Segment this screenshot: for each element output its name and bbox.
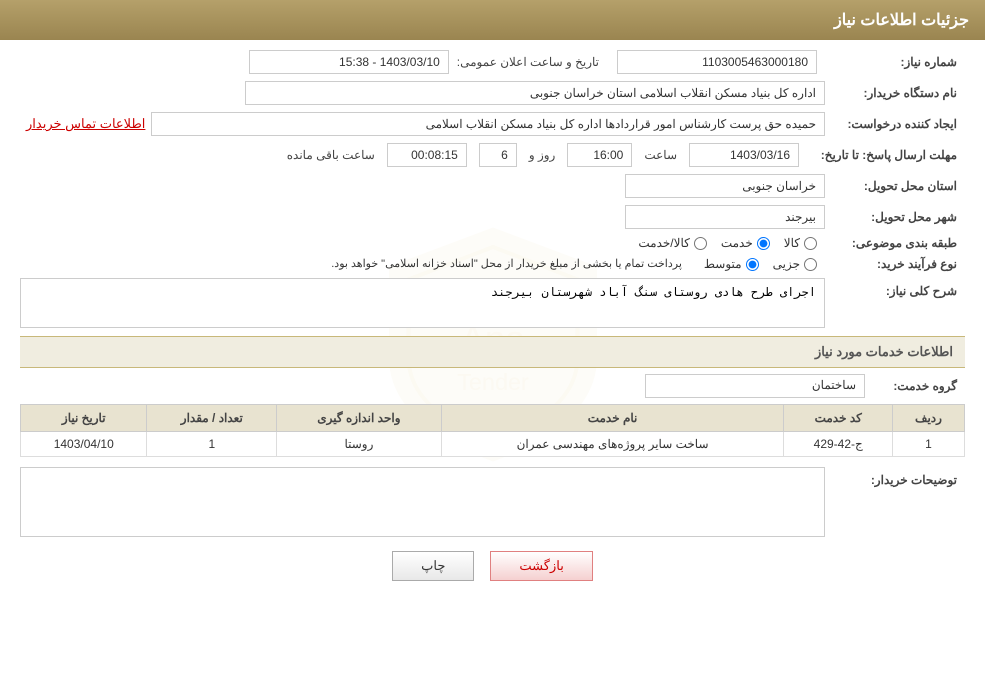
service-group-value: ساختمان (645, 374, 865, 398)
page-title: جزئیات اطلاعات نیاز (16, 10, 969, 30)
col-unit: واحد اندازه گیری (277, 405, 441, 432)
cell-qty: 1 (147, 432, 277, 457)
need-number-value: 1103005463000180 (617, 50, 817, 74)
city-value: بیرجند (625, 205, 825, 229)
cell-date: 1403/04/10 (21, 432, 147, 457)
need-number-label: شماره نیاز: (825, 55, 965, 69)
process-row: نوع فرآیند خرید: جزیی متوسط پرداخت تمام … (20, 257, 965, 271)
col-service-name: نام خدمت (441, 405, 784, 432)
deadline-row: مهلت ارسال پاسخ: تا تاریخ: 1403/03/16 سا… (20, 143, 965, 167)
deadline-hms-label: ساعت باقی مانده (281, 148, 381, 162)
category-row: طبقه بندی موضوعی: کالا خدمت کالا/خدمت (20, 236, 965, 250)
description-label: شرح کلی نیاز: (825, 278, 965, 298)
col-qty: تعداد / مقدار (147, 405, 277, 432)
page-header: جزئیات اطلاعات نیاز (0, 0, 985, 40)
deadline-date: 1403/03/16 (689, 143, 799, 167)
creator-label: ایجاد کننده درخواست: (825, 117, 965, 131)
description-area: شرح کلی نیاز: (20, 278, 965, 328)
city-label: شهر محل تحویل: (825, 210, 965, 224)
deadline-hms: 00:08:15 (387, 143, 467, 167)
col-date: تاریخ نیاز (21, 405, 147, 432)
buyer-notes-row: توضیحات خریدار: (20, 467, 965, 537)
process-note: پرداخت تمام یا بخشی از مبلغ خریدار از مح… (20, 257, 682, 270)
contact-link[interactable]: اطلاعات تماس خریدار (20, 116, 151, 132)
deadline-label: مهلت ارسال پاسخ: تا تاریخ: (805, 148, 965, 162)
process-option-motavasset[interactable]: متوسط (704, 257, 759, 271)
buyer-notes-label: توضیحات خریدار: (825, 467, 965, 487)
announcement-value: 1403/03/10 - 15:38 (249, 50, 449, 74)
service-group-label: گروه خدمت: (865, 379, 965, 393)
category-option-both[interactable]: کالا/خدمت (638, 236, 706, 250)
province-value: خراسان جنوبی (625, 174, 825, 198)
col-row-num: ردیف (892, 405, 964, 432)
process-label: نوع فرآیند خرید: (825, 257, 965, 271)
announcement-label: تاریخ و ساعت اعلان عمومی: (457, 55, 609, 69)
buyer-org-value: اداره کل بنیاد مسکن انقلاب اسلامی استان … (245, 81, 825, 105)
deadline-time-label: ساعت (638, 148, 683, 162)
col-service-code: کد خدمت (784, 405, 893, 432)
creator-value: حمیده حق پرست کارشناس امور قراردادها ادا… (151, 112, 825, 136)
services-table: ردیف کد خدمت نام خدمت واحد اندازه گیری ت… (20, 404, 965, 457)
city-row: شهر محل تحویل: بیرجند (20, 205, 965, 229)
deadline-time: 16:00 (567, 143, 632, 167)
process-options: جزیی متوسط (704, 257, 817, 271)
description-input[interactable] (20, 278, 825, 328)
cell-service-name: ساخت سایر پروژه‌های مهندسی عمران (441, 432, 784, 457)
table-header-row: ردیف کد خدمت نام خدمت واحد اندازه گیری ت… (21, 405, 965, 432)
category-option-khedmat[interactable]: خدمت (721, 236, 770, 250)
services-section-title: اطلاعات خدمات مورد نیاز (20, 336, 965, 368)
cell-unit: روستا (277, 432, 441, 457)
province-row: استان محل تحویل: خراسان جنوبی (20, 174, 965, 198)
province-label: استان محل تحویل: (825, 179, 965, 193)
category-options: کالا خدمت کالا/خدمت (638, 236, 817, 250)
category-option-kala[interactable]: کالا (784, 236, 817, 250)
buttons-row: بازگشت چاپ (20, 551, 965, 581)
deadline-day-label: روز و (523, 148, 562, 162)
process-option-jozii[interactable]: جزیی (773, 257, 817, 271)
buyer-notes-input[interactable] (20, 467, 825, 537)
service-group-row: گروه خدمت: ساختمان (20, 374, 965, 398)
table-row: 1 ج-42-429 ساخت سایر پروژه‌های مهندسی عم… (21, 432, 965, 457)
creator-row: ایجاد کننده درخواست: حمیده حق پرست کارشن… (20, 112, 965, 136)
back-button[interactable]: بازگشت (490, 551, 592, 581)
buyer-org-row: نام دستگاه خریدار: اداره کل بنیاد مسکن ا… (20, 81, 965, 105)
cell-row-num: 1 (892, 432, 964, 457)
deadline-day: 6 (479, 143, 517, 167)
category-label: طبقه بندی موضوعی: (825, 236, 965, 250)
buyer-org-label: نام دستگاه خریدار: (825, 86, 965, 100)
need-number-row: شماره نیاز: 1103005463000180 تاریخ و ساع… (20, 50, 965, 74)
cell-service-code: ج-42-429 (784, 432, 893, 457)
print-button[interactable]: چاپ (392, 551, 474, 581)
